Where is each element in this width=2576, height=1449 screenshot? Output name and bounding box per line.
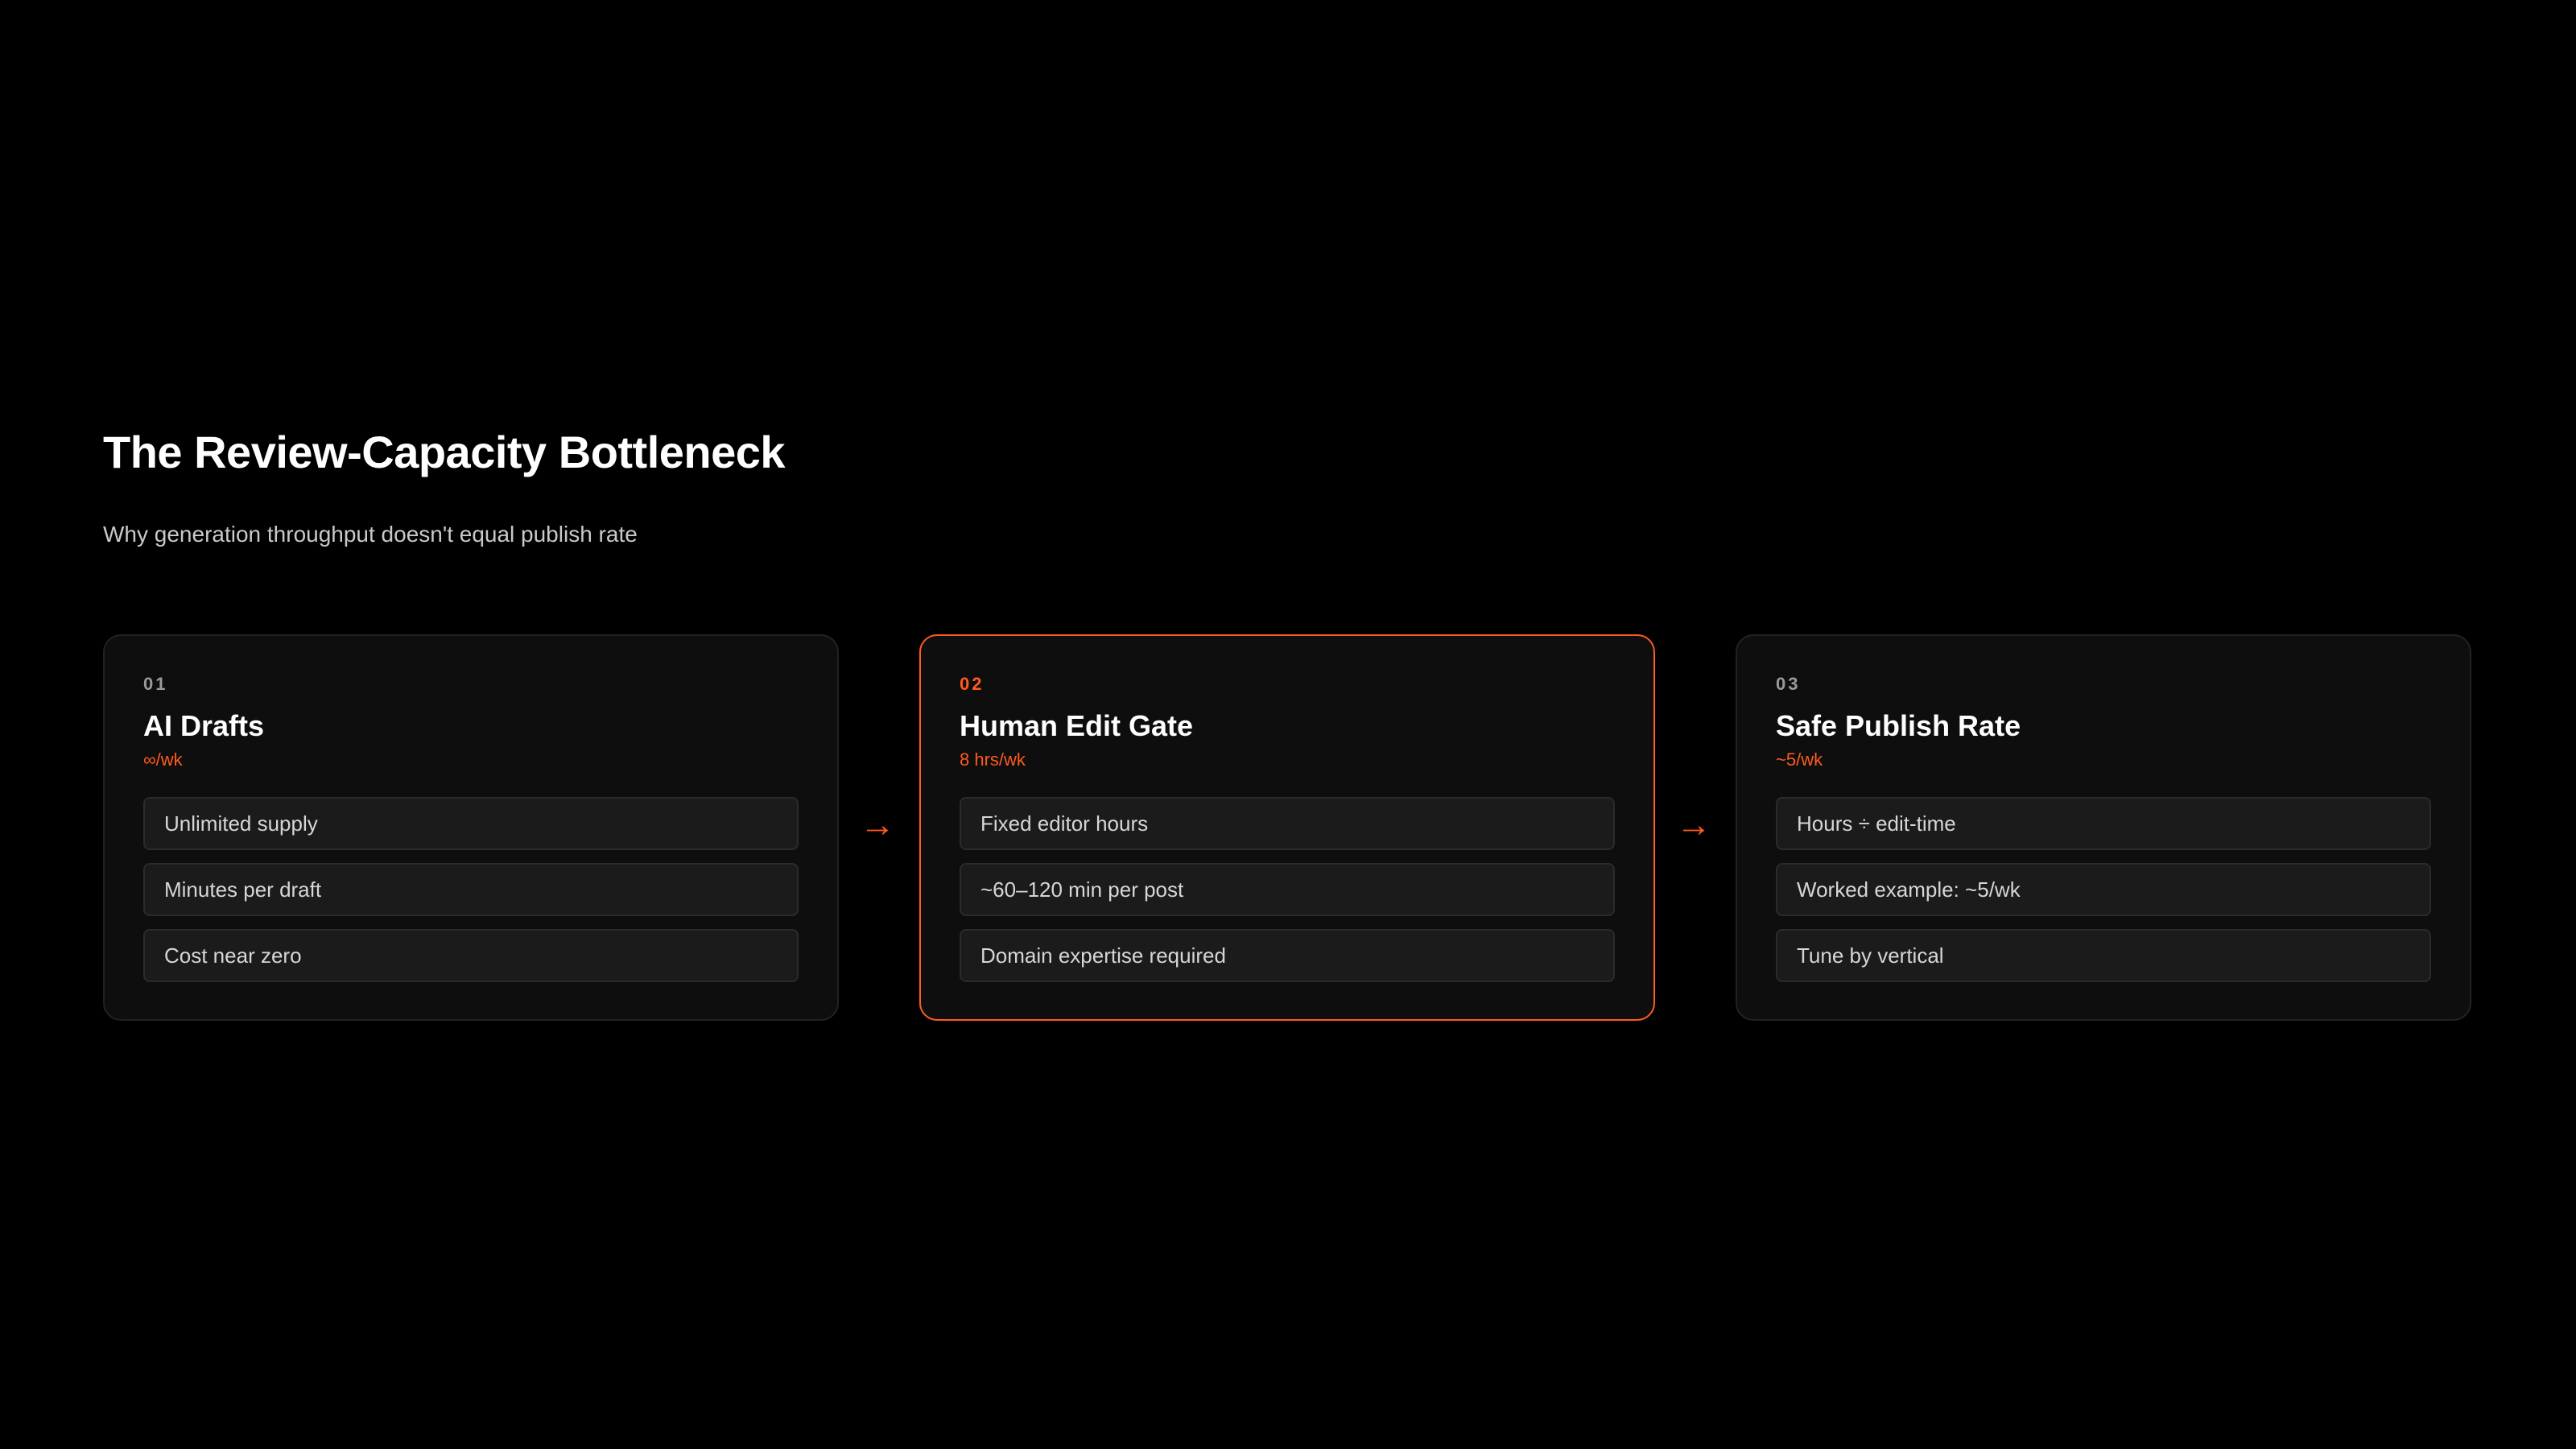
stage-metric: 8 hrs/wk	[960, 749, 1026, 770]
stage-metric: ~5/wk	[1776, 749, 1823, 770]
stage-card-safe-publish-rate: 03 Safe Publish Rate ~5/wk Hours ÷ edit-…	[1736, 634, 2471, 1021]
stage-card-ai-drafts: 01 AI Drafts ∞/wk Unlimited supply Minut…	[103, 634, 839, 1021]
stage-item: Domain expertise required	[960, 929, 1615, 982]
stage-item: ~60–120 min per post	[960, 863, 1615, 916]
stage-item: Worked example: ~5/wk	[1776, 863, 2431, 916]
stage-number: 03	[1776, 674, 1801, 694]
stage-items: Fixed editor hours ~60–120 min per post …	[960, 797, 1615, 982]
stage-items: Hours ÷ edit-time Worked example: ~5/wk …	[1776, 797, 2431, 982]
stage-title: AI Drafts	[143, 709, 265, 742]
arrow-right-icon: →	[860, 805, 895, 844]
arrow-right-icon: →	[1676, 805, 1711, 844]
stage-item: Tune by vertical	[1776, 929, 2431, 982]
stage-items: Unlimited supply Minutes per draft Cost …	[143, 797, 799, 982]
slide: The Review-Capacity Bottleneck Why gener…	[103, 423, 2473, 1021]
stage-card-human-edit-gate: 02 Human Edit Gate 8 hrs/wk Fixed editor…	[919, 634, 1655, 1021]
stage-item: Hours ÷ edit-time	[1776, 797, 2431, 850]
stage-item: Cost near zero	[143, 929, 799, 982]
stage-metric: ∞/wk	[143, 749, 183, 770]
stage-number: 02	[960, 674, 985, 694]
pipeline-flow: 01 AI Drafts ∞/wk Unlimited supply Minut…	[103, 634, 2473, 1021]
page-subtitle: Why generation throughput doesn't equal …	[103, 522, 638, 547]
stage-item: Unlimited supply	[143, 797, 799, 850]
stage-item: Minutes per draft	[143, 863, 799, 916]
stage-number: 01	[143, 674, 168, 694]
stage-item: Fixed editor hours	[960, 797, 1615, 850]
stage-title: Human Edit Gate	[960, 709, 1194, 742]
page-title: The Review-Capacity Bottleneck	[103, 427, 786, 477]
stage-title: Safe Publish Rate	[1776, 709, 2021, 742]
